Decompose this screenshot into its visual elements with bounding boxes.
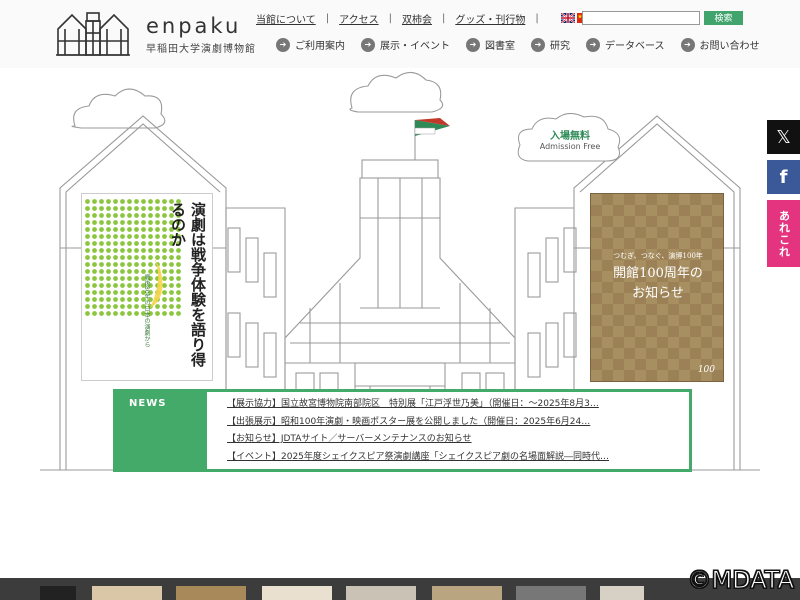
arrow-right-icon: ➔ <box>361 37 375 52</box>
thumbnail[interactable] <box>92 586 162 600</box>
collection-thumbnail-strip <box>0 578 800 600</box>
topnav-separator: | <box>388 12 392 24</box>
banner-title-line1: 開館100周年の <box>613 266 703 281</box>
thumbnail[interactable] <box>432 586 502 600</box>
logo-japanese: 早稲田大学演劇博物館 <box>146 43 256 55</box>
nav-exhibitions-events[interactable]: ➔ 展示・イベント <box>361 37 450 52</box>
arekore-label: あれこれ <box>777 209 791 258</box>
facebook-share-button[interactable]: f <box>767 160 800 194</box>
arrow-right-icon: ➔ <box>586 37 600 52</box>
thumbnail[interactable] <box>176 586 246 600</box>
search-button[interactable]: 検索 <box>704 11 743 25</box>
arrow-right-icon: ➔ <box>531 37 545 52</box>
news-item[interactable]: 【展示協力】国立故宮博物院南部院区 特別展「江戸浮世乃美」（開催日：～2025年… <box>227 396 682 414</box>
utility-nav: 当館について | アクセス | 双柿会 | グッズ・刊行物 | <box>256 10 607 26</box>
logo-english: enpaku <box>146 13 242 38</box>
nav-label: 展示・イベント <box>380 41 450 52</box>
nav-library[interactable]: ➔ 図書室 <box>466 37 515 52</box>
topnav-goods[interactable]: グッズ・刊行物 <box>455 11 525 26</box>
arrow-right-icon: ➔ <box>680 37 695 52</box>
exhibition-poster-war-experience[interactable]: 戦後80年の日本の演劇から 演劇は戦争体験を語り得るのか <box>81 193 213 381</box>
centennial-announcement-banner[interactable]: つむぎ、つなぐ、演博100年 開館100周年の お知らせ 100 <box>590 193 724 382</box>
poster-title: 演劇は戦争体験を語り得るのか <box>169 202 207 367</box>
facebook-logo-icon: f <box>779 166 788 188</box>
site-header: enpaku 早稲田大学演劇博物館 当館について | アクセス | 双柿会 | … <box>0 0 800 68</box>
admission-free-badge: 入場無料 Admission Free <box>514 113 626 169</box>
nav-label: ご利用案内 <box>295 41 345 52</box>
logo-text: enpaku 早稲田大学演劇博物館 <box>146 14 256 55</box>
news-heading: NEWS <box>129 398 167 409</box>
news-panel: NEWS 【展示協力】国立故宮博物院南部院区 特別展「江戸浮世乃美」（開催日：～… <box>113 389 692 472</box>
thumbnail[interactable] <box>516 586 586 600</box>
banner-tagline: つむぎ、つなぐ、演博100年 <box>613 252 703 260</box>
x-share-button[interactable]: 𝕏 <box>767 120 800 154</box>
news-item[interactable]: 【イベント】2025年度シェイクスピア祭演劇講座「シェイクスピア劇の名場面解説―… <box>227 449 682 467</box>
topnav-separator: | <box>441 12 446 24</box>
topnav-soukakai[interactable]: 双柿会 <box>402 11 432 26</box>
nav-database[interactable]: ➔ データベース <box>586 37 665 52</box>
thumbnail[interactable] <box>346 586 416 600</box>
search-input[interactable] <box>582 11 700 25</box>
museum-logo-icon <box>56 12 130 56</box>
topnav-separator: | <box>535 12 539 24</box>
main-nav: ➔ ご利用案内 ➔ 展示・イベント ➔ 図書室 ➔ 研究 ➔ データベース ➔ … <box>276 37 776 52</box>
site-logo[interactable]: enpaku 早稲田大学演劇博物館 <box>56 10 256 58</box>
topnav-access[interactable]: アクセス <box>339 11 379 26</box>
nav-label: データベース <box>605 41 665 52</box>
admission-label-en: Admission Free <box>539 142 601 151</box>
nav-label: お問い合わせ <box>699 41 760 52</box>
thumbnail[interactable] <box>262 586 332 600</box>
poster-subtitle: 戦後80年の日本の演劇から <box>143 274 150 348</box>
arrow-right-icon: ➔ <box>276 37 290 52</box>
x-logo-icon: 𝕏 <box>776 126 791 148</box>
nav-label: 図書室 <box>485 41 515 52</box>
topnav-separator: | <box>325 12 330 24</box>
banner-title: 開館100周年の お知らせ <box>591 264 723 304</box>
banner-title-line2: お知らせ <box>632 286 684 301</box>
admission-label-ja: 入場無料 <box>550 131 590 142</box>
news-item[interactable]: 【お知らせ】JDTAサイト／サーバーメンテナンスのお知らせ <box>227 431 682 449</box>
thumbnail[interactable] <box>40 586 76 600</box>
news-item[interactable]: 【出張展示】昭和100年演劇・映画ポスター展を公開しました（開催日：2025年6… <box>227 414 682 432</box>
centennial-mark: 100 <box>697 365 715 375</box>
nav-label: 研究 <box>550 41 570 52</box>
thumbnail[interactable] <box>600 586 644 600</box>
nav-visitor-guide[interactable]: ➔ ご利用案内 <box>276 37 345 52</box>
topnav-about[interactable]: 当館について <box>256 11 316 26</box>
nav-contact[interactable]: ➔ お問い合わせ <box>680 37 760 52</box>
hero-section: 入場無料 Admission Free 戦後80年の日本の演劇から 演劇は戦争体… <box>0 68 800 578</box>
arrow-right-icon: ➔ <box>466 37 480 52</box>
news-list: 【展示協力】国立故宮博物院南部院区 特別展「江戸浮世乃美」（開催日：～2025年… <box>207 392 689 469</box>
arekore-link-button[interactable]: あれこれ <box>767 200 800 267</box>
watermark-text: ©MDATA <box>687 566 795 595</box>
uk-flag-icon[interactable] <box>560 13 575 23</box>
nav-research[interactable]: ➔ 研究 <box>531 37 570 52</box>
